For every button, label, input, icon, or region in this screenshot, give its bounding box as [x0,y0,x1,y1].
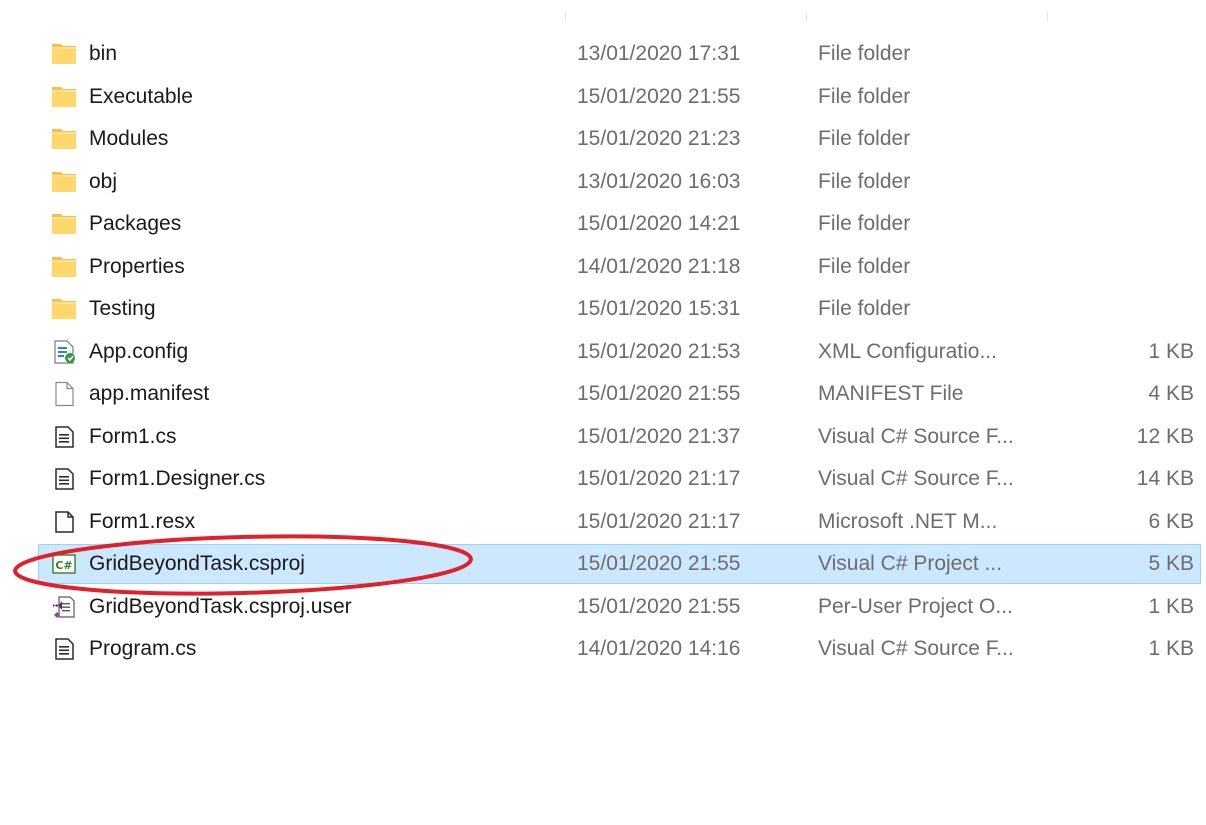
column-separator[interactable] [806,12,807,22]
file-date-modified: 15/01/2020 21:23 [577,127,741,150]
file-date-modified: 15/01/2020 21:17 [577,509,741,533]
file-type: Microsoft .NET M... [818,509,998,533]
folder-icon [50,40,78,68]
file-type: File folder [818,42,911,65]
blank-file-icon [50,380,78,408]
visual-studio-user-file-icon [50,593,78,621]
file-row[interactable]: Modules 15/01/2020 21:23 File folder [0,118,1206,161]
column-separator[interactable] [565,12,566,22]
file-row[interactable]: Executable 15/01/2020 21:55 File folder [0,76,1206,119]
file-date-modified: 13/01/2020 16:03 [577,169,741,193]
file-row[interactable]: App.config 15/01/2020 21:53 XML Configurat… [0,331,1206,374]
file-type: File folder [818,212,911,235]
file-row[interactable]: Testing 15/01/2020 15:31 File folder [0,288,1206,331]
text-file-icon [50,423,78,451]
resx-file-icon [50,508,78,536]
file-row[interactable]: Program.cs 14/01/2020 14:16 Visual C# Sour… [0,628,1206,671]
file-date-modified: 15/01/2020 21:55 [577,84,741,108]
file-name: App.config [89,339,189,363]
file-name: Packages [89,212,182,235]
folder-icon [50,253,78,281]
file-row[interactable]: Form1.cs 15/01/2020 21:37 Visual C# Source… [0,416,1206,459]
file-name: Form1.cs [89,424,177,448]
file-explorer: bin 13/01/2020 17:31 File folder Executable… [0,0,1206,825]
file-type: File folder [818,127,911,150]
file-date-modified: 15/01/2020 15:31 [577,297,741,320]
file-type: Visual C# Source F... [818,467,1014,490]
text-file-icon [50,465,78,493]
file-size: 6 KB [1148,509,1194,533]
file-row[interactable]: Form1.resx 15/01/2020 21:17 Microsoft .NET… [0,501,1206,544]
file-name: Form1.Designer.cs [89,467,266,490]
file-date-modified: 15/01/2020 21:55 [577,382,741,405]
file-size: 14 KB [1136,467,1194,490]
file-date-modified: 14/01/2020 21:18 [577,254,741,278]
file-size: 5 KB [1148,552,1194,575]
file-date-modified: 15/01/2020 14:21 [577,212,741,235]
file-date-modified: 15/01/2020 21:37 [577,424,741,448]
file-size: 1 KB [1148,594,1194,618]
folder-icon [50,295,78,323]
folder-icon [50,83,78,111]
file-name: bin [89,42,118,65]
file-type: Per-User Project O... [818,594,1013,618]
file-name: Form1.resx [89,509,196,533]
file-row[interactable]: Packages 15/01/2020 14:21 File folder [0,203,1206,246]
folder-icon [50,168,78,196]
file-type: File folder [818,297,911,320]
file-row[interactable]: C# GridBeyondTask.csproj 15/01/2020 21:55 V… [0,543,1206,586]
column-separator[interactable] [1047,12,1048,22]
file-size: 1 KB [1148,339,1194,363]
file-row[interactable]: obj 13/01/2020 16:03 File folder [0,161,1206,204]
svg-text:C#: C# [55,559,72,572]
file-date-modified: 15/01/2020 21:17 [577,467,741,490]
file-list: bin 13/01/2020 17:31 File folder Executable… [0,33,1206,671]
file-type: XML Configuratio... [818,339,997,363]
file-type: File folder [818,169,911,193]
file-type: File folder [818,254,911,278]
file-row[interactable]: bin 13/01/2020 17:31 File folder [0,33,1206,76]
file-name: Program.cs [89,637,197,660]
file-date-modified: 13/01/2020 17:31 [577,42,741,65]
file-name: Modules [89,127,169,150]
file-name: Executable [89,84,193,108]
file-name: GridBeyondTask.csproj.user [89,594,352,618]
file-date-modified: 14/01/2020 14:16 [577,637,741,660]
file-name: Testing [89,297,156,320]
file-name: GridBeyondTask.csproj [89,552,305,575]
file-row[interactable]: app.manifest 15/01/2020 21:55 MANIFEST Fil… [0,373,1206,416]
file-row[interactable]: Form1.Designer.cs 15/01/2020 21:17 Visual … [0,458,1206,501]
file-size: 12 KB [1136,424,1194,448]
file-size: 4 KB [1148,382,1194,405]
file-name: app.manifest [89,382,210,405]
file-type: File folder [818,84,911,108]
file-name: Properties [89,254,185,278]
file-type: Visual C# Source F... [818,424,1014,448]
file-type: Visual C# Project ... [818,552,1003,575]
file-type: MANIFEST File [818,382,964,405]
file-date-modified: 15/01/2020 21:55 [577,594,741,618]
folder-icon [50,125,78,153]
file-size: 1 KB [1148,637,1194,660]
csharp-project-icon: C# [50,550,78,578]
file-date-modified: 15/01/2020 21:53 [577,339,741,363]
file-date-modified: 15/01/2020 21:55 [577,552,741,575]
text-file-icon [50,635,78,663]
file-row[interactable]: Properties 14/01/2020 21:18 File folder [0,246,1206,289]
folder-icon [50,210,78,238]
config-file-icon [50,338,78,366]
file-type: Visual C# Source F... [818,637,1014,660]
file-name: obj [89,169,118,193]
file-row[interactable]: GridBeyondTask.csproj.user 15/01/2020 21:… [0,586,1206,629]
